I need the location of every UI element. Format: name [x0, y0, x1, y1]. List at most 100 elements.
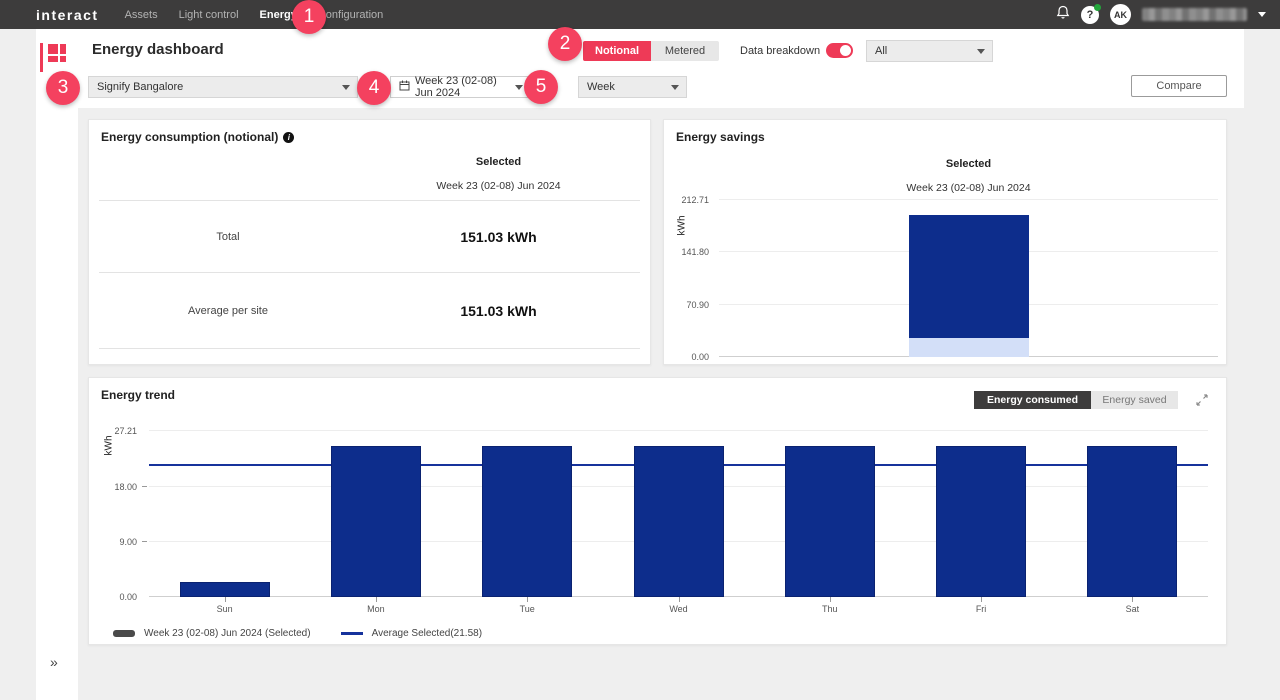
- trend-bar-tue[interactable]: [482, 446, 572, 597]
- savings-yticks: 0.0070.90141.80212.71: [670, 200, 713, 357]
- x-axis-label: Tue: [497, 604, 557, 614]
- annotation-marker-2: 2: [548, 27, 582, 61]
- data-breakdown-toggle[interactable]: [826, 43, 853, 58]
- data-breakdown-label: Data breakdown: [740, 45, 820, 57]
- grid-tile: [60, 44, 66, 54]
- legend-label: Week 23 (02-08) Jun 2024 (Selected): [144, 628, 311, 639]
- nav-item-light-control[interactable]: Light control: [179, 9, 239, 21]
- energy-trend-card: Energy trend Energy consumed Energy save…: [88, 377, 1227, 645]
- trend-bar-fri[interactable]: [936, 446, 1026, 597]
- energy-consumed-button[interactable]: Energy consumed: [974, 391, 1091, 409]
- table-row: Average per site 151.03 kWh: [99, 273, 640, 349]
- savings-bar[interactable]: [909, 200, 1029, 357]
- main-menu: Assets Light control Energy Configuratio…: [125, 9, 384, 21]
- period-dropdown-value: Week 23 (02-08) Jun 2024: [415, 75, 508, 99]
- legend-label: Average Selected(21.58): [372, 628, 482, 639]
- total-value: 151.03 kWh: [357, 229, 640, 245]
- trend-bar-sun[interactable]: [180, 582, 270, 597]
- empty-header-cell: [99, 148, 357, 200]
- trend-plot: SunMonTueWedThuFriSat: [149, 431, 1208, 597]
- user-menu-chevron-down-icon[interactable]: [1258, 12, 1266, 17]
- legend-bar-swatch: [113, 630, 135, 637]
- energy-consumption-card: Energy consumption (notional) i Selected…: [88, 119, 651, 365]
- info-icon[interactable]: i: [283, 132, 294, 143]
- calendar-icon: [399, 80, 410, 94]
- marker-number: 3: [58, 77, 69, 99]
- average-per-site-value: 151.03 kWh: [357, 303, 640, 319]
- chevron-down-icon: [515, 85, 523, 90]
- y-tick-label: 27.21: [114, 426, 137, 436]
- notional-button[interactable]: Notional: [583, 41, 651, 61]
- consumption-title-text: Energy consumption (notional): [101, 130, 278, 144]
- legend-item-selected-week: Week 23 (02-08) Jun 2024 (Selected): [113, 628, 311, 639]
- annotation-marker-4: 4: [357, 71, 391, 105]
- user-avatar[interactable]: AK: [1110, 4, 1131, 25]
- sidebar-expand-icon[interactable]: »: [50, 654, 58, 670]
- granularity-dropdown[interactable]: Week: [578, 76, 687, 98]
- compare-button[interactable]: Compare: [1131, 75, 1227, 97]
- user-name-blurred: [1142, 8, 1247, 21]
- x-tickmark: [527, 597, 528, 602]
- expand-icon[interactable]: [1195, 393, 1209, 412]
- help-notification-dot: [1094, 4, 1101, 11]
- grid-tile: [48, 44, 58, 54]
- scope-dropdown[interactable]: All: [866, 40, 993, 62]
- x-tickmark: [376, 597, 377, 602]
- annotation-marker-5: 5: [524, 70, 558, 104]
- y-tickmark: [142, 486, 147, 487]
- y-tick-label: 70.90: [686, 300, 709, 310]
- help-glyph: ?: [1087, 9, 1094, 21]
- gridline: [149, 430, 1208, 431]
- site-dropdown[interactable]: Signify Bangalore: [88, 76, 358, 98]
- chevron-down-icon: [342, 85, 350, 90]
- interact-logo[interactable]: interact: [36, 7, 99, 23]
- y-tick-label: 18.00: [114, 482, 137, 492]
- consumption-table: Selected Week 23 (02-08) Jun 2024 Total …: [99, 148, 640, 349]
- legend-line-swatch: [341, 632, 363, 635]
- y-tick-label: 0.00: [119, 592, 137, 602]
- x-tickmark: [225, 597, 226, 602]
- top-navbar: interact Assets Light control Energy Con…: [0, 0, 1280, 29]
- period-dropdown[interactable]: Week 23 (02-08) Jun 2024: [390, 76, 531, 98]
- left-sidebar: »: [36, 29, 78, 700]
- marker-number: 2: [560, 33, 571, 55]
- y-tick-label: 0.00: [691, 352, 709, 362]
- marker-number: 1: [304, 6, 315, 28]
- metered-button[interactable]: Metered: [651, 41, 719, 61]
- chevron-down-icon: [977, 49, 985, 54]
- dashboard-grid-icon[interactable]: [48, 44, 66, 62]
- site-dropdown-value: Signify Bangalore: [97, 81, 183, 93]
- page-title: Energy dashboard: [92, 41, 224, 58]
- notifications-bell-icon[interactable]: [1056, 5, 1070, 25]
- app-content: » Energy dashboard Notional Metered Data…: [36, 29, 1244, 700]
- total-label: Total: [99, 231, 357, 243]
- energy-saved-button[interactable]: Energy saved: [1091, 391, 1178, 409]
- bar-segment-savings: [909, 215, 1029, 338]
- trend-bar-sat[interactable]: [1087, 446, 1177, 597]
- nav-item-assets[interactable]: Assets: [125, 9, 158, 21]
- chevron-down-icon: [671, 85, 679, 90]
- energy-savings-card: Energy savings Selected Week 23 (02-08) …: [663, 119, 1227, 365]
- scope-dropdown-value: All: [875, 45, 887, 57]
- trend-bar-mon[interactable]: [331, 446, 421, 597]
- nav-item-configuration[interactable]: Configuration: [318, 9, 383, 21]
- trend-bar-wed[interactable]: [634, 446, 724, 597]
- x-axis-label: Wed: [649, 604, 709, 614]
- table-header-row: Selected Week 23 (02-08) Jun 2024: [99, 148, 640, 200]
- dashboard-header: Energy dashboard Notional Metered Data b…: [36, 29, 1244, 108]
- help-icon[interactable]: ?: [1081, 6, 1099, 24]
- annotation-marker-1: 1: [292, 0, 326, 34]
- trend-bar-thu[interactable]: [785, 446, 875, 597]
- bar-segment-base: [909, 338, 1029, 357]
- active-nav-accent-bar: [40, 43, 43, 72]
- selected-period-label: Week 23 (02-08) Jun 2024: [357, 180, 640, 192]
- legend-item-average: Average Selected(21.58): [341, 628, 482, 639]
- trend-yticks: 0.009.0018.0027.21: [89, 431, 141, 597]
- notional-metered-segmented-control: Notional Metered: [583, 41, 719, 61]
- navbar-right-section: ? AK: [1056, 4, 1266, 25]
- x-axis-label: Fri: [951, 604, 1011, 614]
- x-axis-label: Thu: [800, 604, 860, 614]
- y-tick-label: 9.00: [119, 537, 137, 547]
- y-tickmark: [142, 541, 147, 542]
- x-tickmark: [981, 597, 982, 602]
